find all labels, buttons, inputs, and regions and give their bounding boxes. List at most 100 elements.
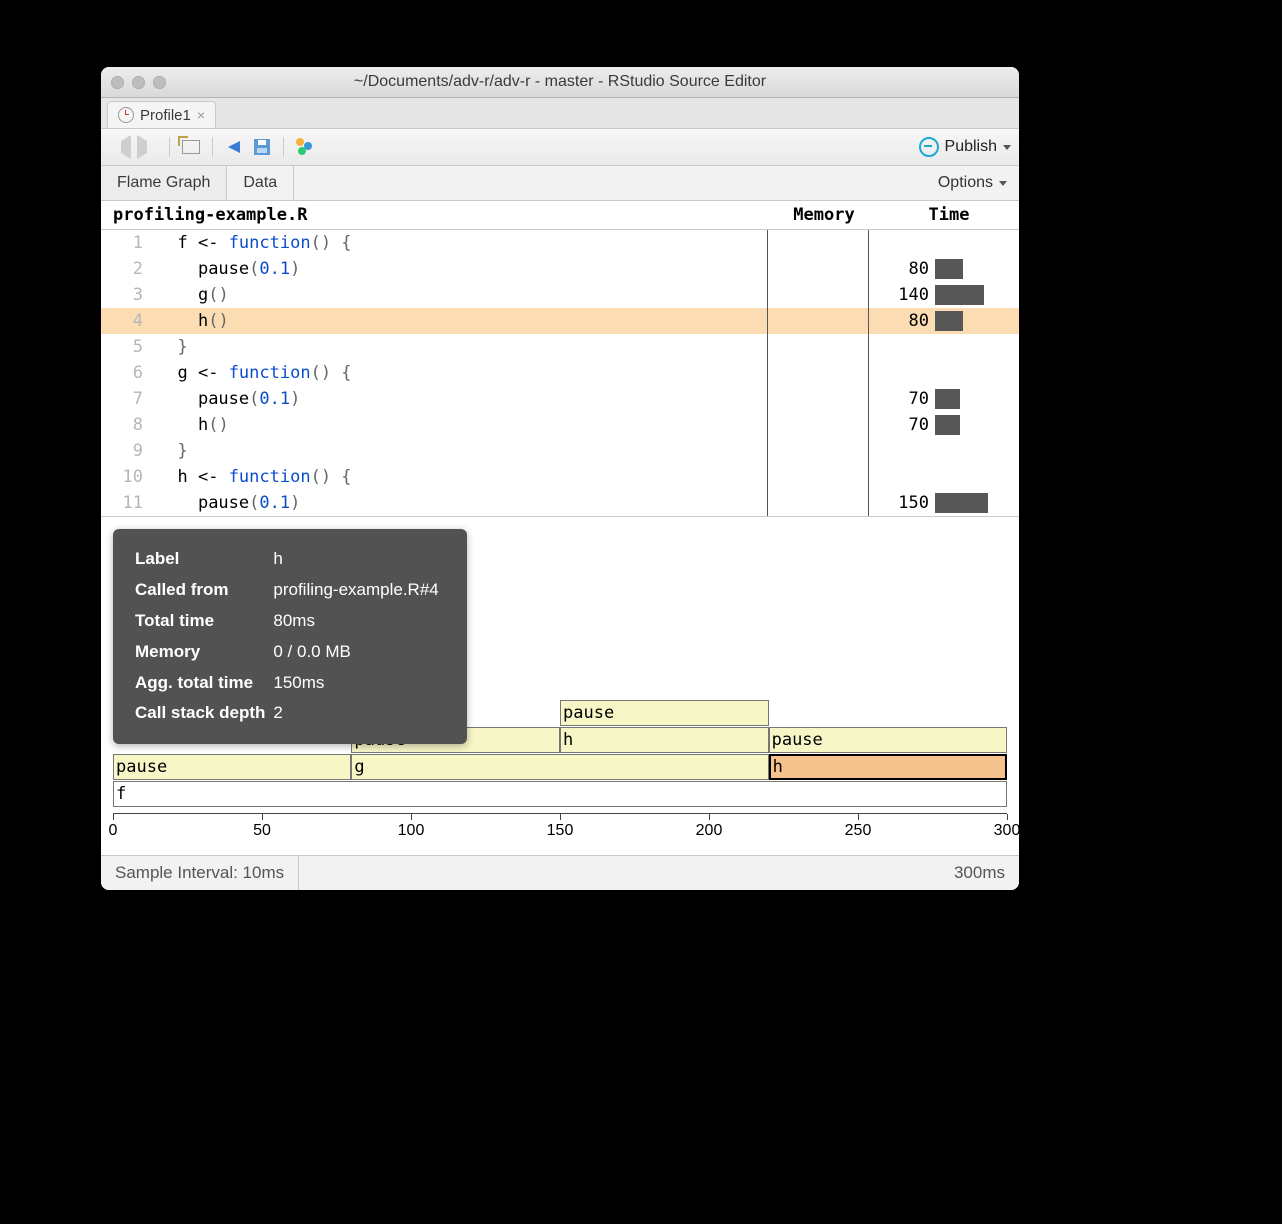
time-value: 70 <box>869 415 935 435</box>
code-text: } <box>157 337 767 357</box>
time-cell: 140 <box>868 282 1019 308</box>
code-line[interactable]: 6 g <- function() { <box>101 360 1019 386</box>
line-number: 2 <box>101 259 157 279</box>
time-bar <box>935 285 984 305</box>
popout-icon <box>182 140 200 154</box>
close-icon[interactable]: × <box>197 107 205 123</box>
line-number: 6 <box>101 363 157 383</box>
publish-button[interactable]: Publish <box>919 137 1011 157</box>
memory-cell <box>767 308 868 334</box>
separator <box>212 137 213 157</box>
code-line[interactable]: 4 h()80 <box>101 308 1019 334</box>
status-bar: Sample Interval: 10ms 300ms <box>101 855 1019 890</box>
memory-cell <box>767 490 868 516</box>
file-tab-label: Profile1 <box>140 107 191 124</box>
caret-down-icon <box>999 181 1007 186</box>
line-number: 1 <box>101 233 157 253</box>
line-number: 10 <box>101 467 157 487</box>
goto-button[interactable] <box>223 136 245 158</box>
tooltip-label: Called from <box>135 576 271 605</box>
open-profile-button[interactable] <box>294 136 316 158</box>
code-line[interactable]: 8 h()70 <box>101 412 1019 438</box>
memory-cell <box>767 386 868 412</box>
tooltip-value: h <box>273 545 444 574</box>
code-text: g() <box>157 285 767 305</box>
tooltip-label: Total time <box>135 607 271 636</box>
time-cell <box>868 334 1019 360</box>
tooltip-label: Agg. total time <box>135 669 271 698</box>
code-line[interactable]: 7 pause(0.1)70 <box>101 386 1019 412</box>
tick-label: 50 <box>253 822 271 840</box>
sample-interval: Sample Interval: 10ms <box>115 863 284 883</box>
tooltip-value: profiling-example.R#4 <box>273 576 444 605</box>
flame-bar[interactable]: f <box>113 781 1007 807</box>
tick-label: 200 <box>696 822 723 840</box>
file-tab[interactable]: Profile1 × <box>107 101 216 128</box>
tooltip-value: 0 / 0.0 MB <box>273 638 444 667</box>
tooltip-label: Label <box>135 545 271 574</box>
code-line[interactable]: 2 pause(0.1) 80 <box>101 256 1019 282</box>
line-number: 7 <box>101 389 157 409</box>
flame-bar[interactable]: h <box>560 727 769 753</box>
window-title: ~/Documents/adv-r/adv-r - master - RStud… <box>101 73 1019 91</box>
line-number: 9 <box>101 441 157 461</box>
time-cell <box>868 230 1019 256</box>
time-cell: 70 <box>868 412 1019 438</box>
popout-button[interactable] <box>180 136 202 158</box>
flame-bar[interactable]: g <box>351 754 768 780</box>
time-bar <box>935 259 963 279</box>
stopwatch-icon <box>118 107 134 123</box>
tab-flame-graph[interactable]: Flame Graph <box>101 166 227 200</box>
time-cell: 80 <box>868 256 1019 282</box>
line-number: 4 <box>101 311 157 331</box>
tick-label: 250 <box>845 822 872 840</box>
titlebar[interactable]: ~/Documents/adv-r/adv-r - master - RStud… <box>101 67 1019 98</box>
line-number: 11 <box>101 493 157 513</box>
flame-bar[interactable]: pause <box>113 754 351 780</box>
time-bar <box>935 311 963 331</box>
time-value: 80 <box>869 311 935 331</box>
arrow-right-icon <box>137 135 159 159</box>
time-value: 140 <box>869 285 935 305</box>
tab-data[interactable]: Data <box>227 166 294 200</box>
code-listing[interactable]: 1 f <- function() {2 pause(0.1)803 g()14… <box>101 230 1019 516</box>
arrow-left-icon <box>109 135 131 159</box>
flame-bar[interactable]: pause <box>769 727 1007 753</box>
code-line[interactable]: 9 } <box>101 438 1019 464</box>
memory-cell <box>767 412 868 438</box>
memory-header: Memory <box>769 205 879 225</box>
zoom-window-button[interactable] <box>153 76 166 89</box>
publish-icon <box>919 137 939 157</box>
tooltip-label: Memory <box>135 638 271 667</box>
tooltip-label: Call stack depth <box>135 699 271 728</box>
minimize-window-button[interactable] <box>132 76 145 89</box>
code-line[interactable]: 1 f <- function() { <box>101 230 1019 256</box>
profile-icon <box>296 138 314 156</box>
tooltip-value: 80ms <box>273 607 444 636</box>
close-window-button[interactable] <box>111 76 124 89</box>
flame-bar[interactable]: h <box>769 754 1007 780</box>
code-text: pause(0.1) <box>157 389 767 409</box>
code-text: g <- function() { <box>157 363 767 383</box>
window-controls <box>111 76 166 89</box>
options-menu[interactable]: Options <box>926 166 1019 200</box>
tick-label: 100 <box>398 822 425 840</box>
save-button[interactable] <box>251 136 273 158</box>
code-line[interactable]: 5 } <box>101 334 1019 360</box>
forward-button[interactable] <box>137 136 159 158</box>
code-line[interactable]: 10 h <- function() { <box>101 464 1019 490</box>
flame-bar[interactable]: pause <box>560 700 769 726</box>
memory-cell <box>767 256 868 282</box>
tick-label: 0 <box>109 822 118 840</box>
app-window: ~/Documents/adv-r/adv-r - master - RStud… <box>101 67 1019 890</box>
tabstrip: Profile1 × <box>101 98 1019 129</box>
back-button[interactable] <box>109 136 131 158</box>
code-line[interactable]: 3 g()140 <box>101 282 1019 308</box>
line-number: 8 <box>101 415 157 435</box>
tooltip-value: 150ms <box>273 669 444 698</box>
code-text: h <- function() { <box>157 467 767 487</box>
code-line[interactable]: 11 pause(0.1)150 <box>101 490 1019 516</box>
code-text: pause(0.1) <box>157 259 767 279</box>
code-text: f <- function() { <box>157 233 767 253</box>
goto-icon <box>228 141 240 153</box>
